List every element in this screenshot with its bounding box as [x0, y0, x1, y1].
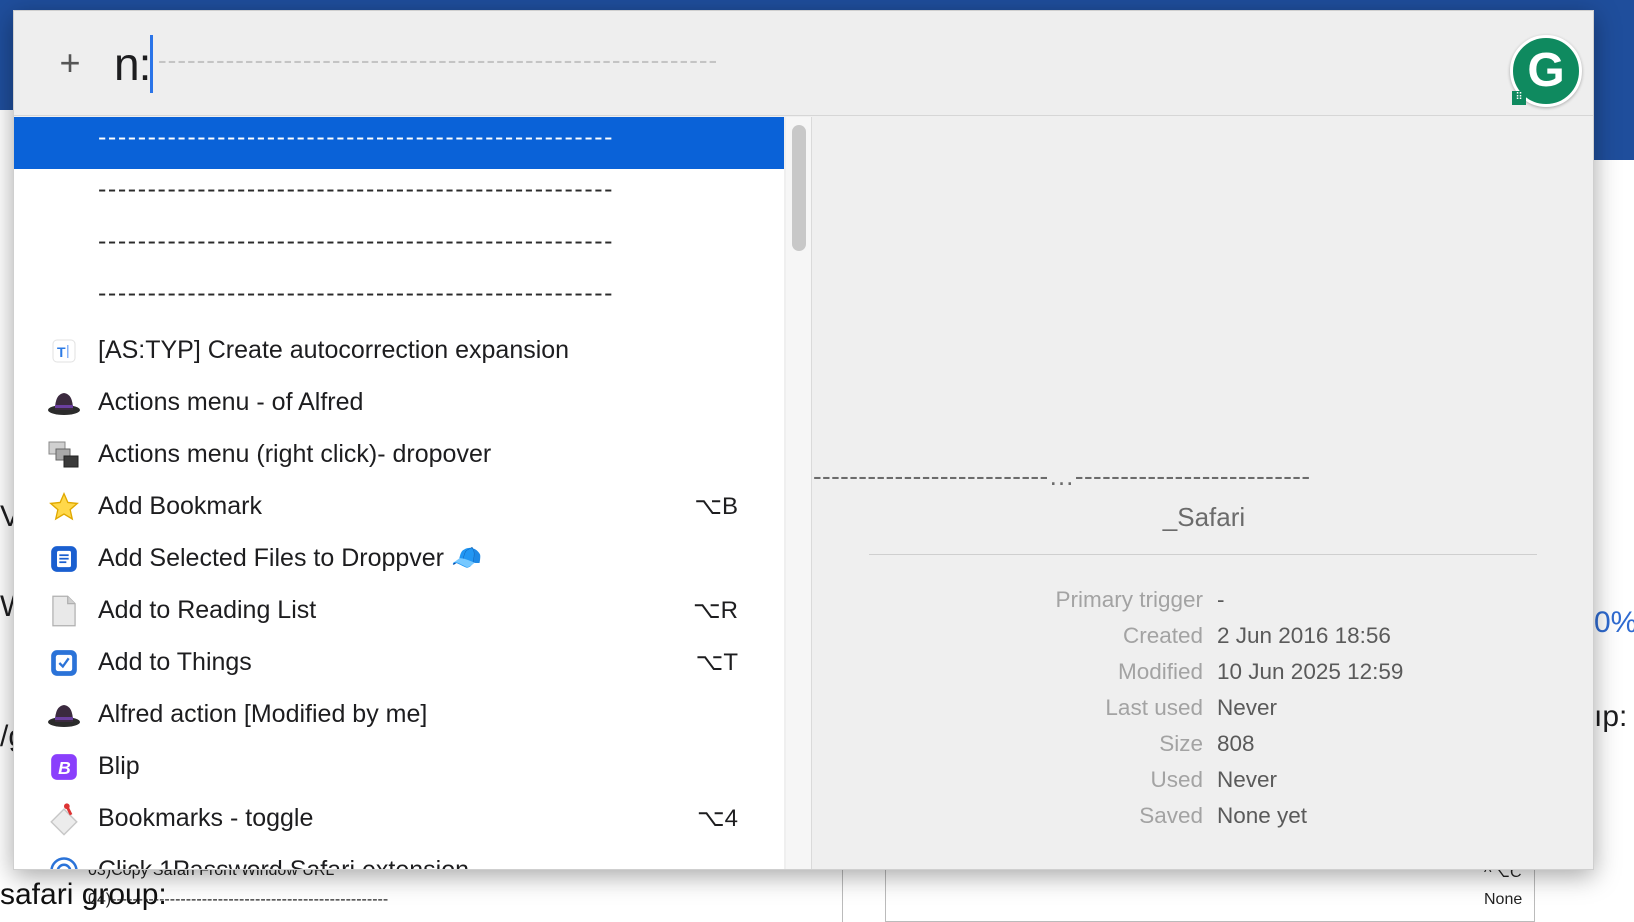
- meta-label: Last used: [1105, 695, 1203, 720]
- result-row[interactable]: ----------------------------------------…: [14, 273, 784, 325]
- meta-value: None yet: [1217, 803, 1308, 828]
- result-title: Actions menu (right click)- dropover: [98, 440, 492, 468]
- blip-icon: B: [46, 749, 82, 785]
- 1password-icon: [46, 853, 82, 869]
- result-row[interactable]: Actions menu - of Alfred: [14, 377, 784, 429]
- result-title: Blip: [98, 752, 140, 780]
- alfred-hat-icon: [46, 697, 82, 733]
- meta-value: Never: [1217, 767, 1278, 792]
- result-separator: ----------------------------------------…: [98, 123, 615, 151]
- result-row[interactable]: Add Bookmark ⌥B: [14, 481, 784, 533]
- things-checkbox-icon: [46, 645, 82, 681]
- detail-metadata: Primary trigger - Created 2 Jun 2016 18:…: [813, 587, 1593, 839]
- svg-text:T: T: [57, 344, 66, 360]
- result-title: Add Selected Files to Droppver 🧢: [98, 544, 483, 572]
- background-table-row: 04)-------------------------------------…: [88, 891, 389, 908]
- bookmark-pin-icon: [46, 801, 82, 837]
- result-row[interactable]: Add Selected Files to Droppver 🧢: [14, 533, 784, 585]
- result-row[interactable]: Click 1Password Safari extension: [14, 845, 784, 870]
- background-top-bar: [0, 0, 1634, 10]
- background-percent-fragment: 0%: [1594, 606, 1634, 639]
- background-table-hotkey: None: [1484, 891, 1523, 908]
- star-icon: [46, 489, 82, 525]
- detail-title: _Safari: [1162, 502, 1246, 532]
- meta-row-size: Size 808: [813, 731, 1593, 767]
- document-icon: [46, 593, 82, 629]
- result-scrollbar[interactable]: [786, 117, 812, 869]
- typinator-icon: T: [46, 333, 82, 369]
- meta-label: Used: [1150, 767, 1203, 792]
- result-title: Add to Reading List: [98, 596, 317, 624]
- result-hotkey: ⌥B: [694, 493, 738, 520]
- detail-dashed-divider: --------------------------…-------------…: [813, 461, 1311, 491]
- meta-value: Never: [1217, 695, 1278, 720]
- grammarly-badge-icon: ⠿: [1512, 91, 1526, 105]
- meta-row-last-used: Last used Never: [813, 695, 1593, 731]
- background-right-bar: [1594, 0, 1634, 160]
- search-bar[interactable]: + n: -----------------------------------…: [14, 11, 1593, 116]
- result-row[interactable]: Add to Things ⌥T: [14, 637, 784, 689]
- result-hotkey: ⌥R: [693, 597, 738, 624]
- text-caret: [150, 35, 153, 93]
- meta-label: Size: [1159, 731, 1203, 756]
- background-text-fragment: ıp:: [1594, 700, 1628, 733]
- result-hotkey: ⌥T: [695, 649, 738, 676]
- result-row[interactable]: B Blip: [14, 741, 784, 793]
- result-title: Add Bookmark: [98, 492, 262, 520]
- result-row[interactable]: T [AS:TYP] Create autocorrection expansi…: [14, 325, 784, 377]
- search-placeholder: ----------------------------------------…: [158, 45, 719, 75]
- meta-label: Modified: [1117, 659, 1203, 684]
- result-list[interactable]: ----------------------------------------…: [14, 117, 784, 870]
- result-separator: ----------------------------------------…: [98, 175, 615, 203]
- meta-row-saved: Saved None yet: [813, 803, 1593, 839]
- result-hotkey: ⌥4: [696, 805, 738, 832]
- result-title: [AS:TYP] Create autocorrection expansion: [98, 336, 570, 364]
- droppver-icon: [46, 541, 82, 577]
- background-logo: [0, 10, 14, 110]
- result-title: Add to Things: [98, 648, 252, 676]
- meta-row-used: Used Never: [813, 767, 1593, 803]
- detail-rule: [869, 554, 1537, 555]
- meta-row-primary-trigger: Primary trigger -: [813, 587, 1593, 623]
- meta-value: 808: [1217, 731, 1255, 756]
- meta-value: -: [1217, 587, 1225, 612]
- result-row[interactable]: Bookmarks - toggle ⌥4: [14, 793, 784, 845]
- meta-label: Primary trigger: [1055, 587, 1203, 612]
- detail-panel: --------------------------…-------------…: [813, 117, 1593, 869]
- meta-row-modified: Modified 10 Jun 2025 12:59: [813, 659, 1593, 695]
- background-table: [842, 870, 1544, 922]
- result-separator: ----------------------------------------…: [98, 227, 615, 255]
- meta-label: Saved: [1139, 803, 1203, 828]
- result-row[interactable]: Alfred action [Modified by me]: [14, 689, 784, 741]
- search-input[interactable]: n:: [114, 37, 151, 91]
- scrollbar-thumb[interactable]: [792, 125, 806, 251]
- result-row[interactable]: Actions menu (right click)- dropover: [14, 429, 784, 481]
- launcher-window: + n: -----------------------------------…: [13, 10, 1594, 870]
- meta-row-created: Created 2 Jun 2016 18:56: [813, 623, 1593, 659]
- result-row-selected[interactable]: ----------------------------------------…: [14, 117, 784, 169]
- result-row[interactable]: ----------------------------------------…: [14, 169, 784, 221]
- result-title: Alfred action [Modified by me]: [98, 700, 428, 728]
- meta-label: Created: [1122, 623, 1203, 648]
- meta-value: 2 Jun 2016 18:56: [1217, 623, 1391, 648]
- alfred-hat-icon: [46, 385, 82, 421]
- dropover-icon: [46, 437, 82, 473]
- result-title: Click 1Password Safari extension: [98, 856, 469, 870]
- result-row[interactable]: Add to Reading List ⌥R: [14, 585, 784, 637]
- meta-value: 10 Jun 2025 12:59: [1217, 659, 1404, 684]
- result-row[interactable]: ----------------------------------------…: [14, 221, 784, 273]
- result-title: Actions menu - of Alfred: [98, 388, 364, 416]
- svg-text:B: B: [58, 758, 71, 778]
- plus-icon[interactable]: +: [54, 45, 86, 81]
- result-title: Bookmarks - toggle: [98, 804, 314, 832]
- result-separator: ----------------------------------------…: [98, 279, 615, 307]
